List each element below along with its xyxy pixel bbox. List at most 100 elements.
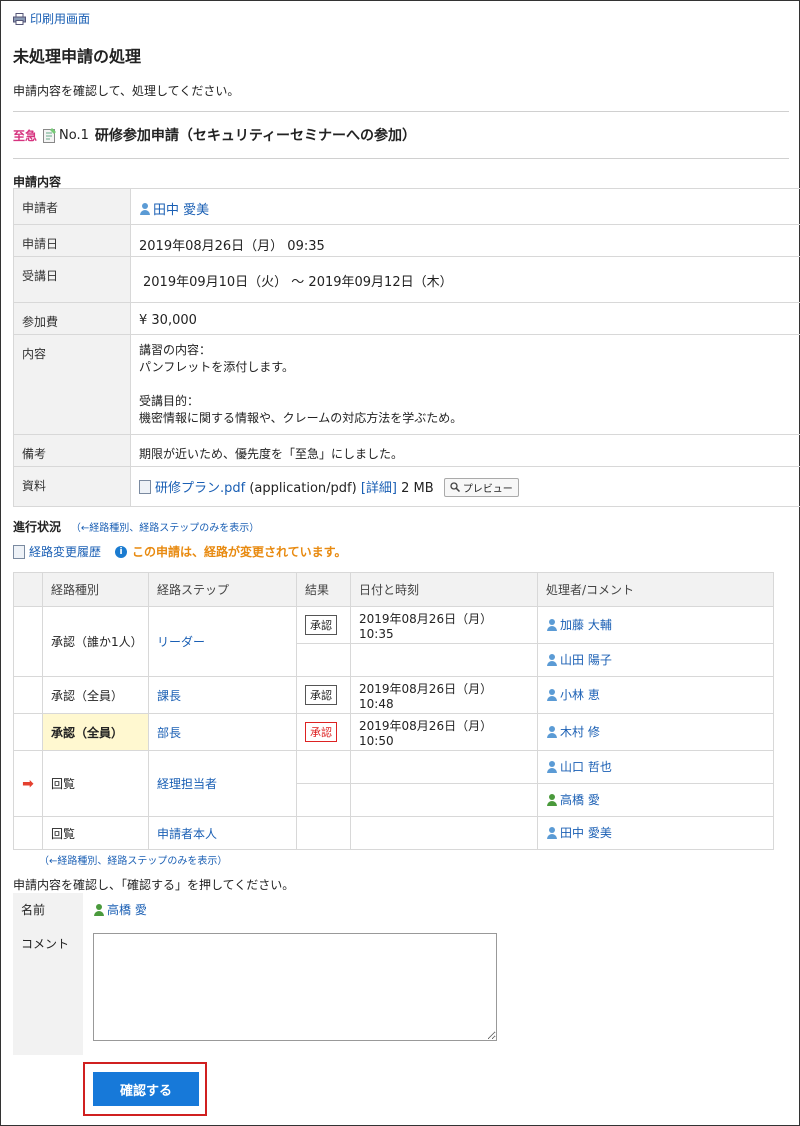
marker-cell: ➡ [13, 750, 43, 817]
urgent-badge: 至急 [13, 128, 38, 143]
processor-name: 山田 陽子 [560, 653, 612, 668]
magnifier-icon [450, 482, 460, 492]
marker-cell [13, 676, 43, 714]
comment-textarea[interactable] [93, 933, 497, 1041]
route-type: 回覧 [42, 750, 149, 817]
fee-label: 参加費 [13, 302, 131, 335]
progress-heading: 進行状況 [13, 520, 62, 534]
confirm-button[interactable]: 確認する [93, 1072, 199, 1106]
route-step: 経理担当者 [148, 750, 297, 817]
route-step-link[interactable]: 申請者本人 [157, 827, 217, 841]
processed-date: 2019年08月26日（月） 10:48 [350, 676, 538, 714]
result-cell [296, 816, 351, 850]
confirm-instruction: 申請内容を確認し、「確認する」を押してください。 [13, 878, 295, 892]
preview-button[interactable]: プレビュー [443, 477, 519, 497]
content-line: 受講目的： [139, 394, 200, 408]
user-icon [546, 725, 558, 738]
route-history-link[interactable]: 経路変更履歴 [13, 543, 101, 560]
processor-link[interactable]: 加藤 大輔 [546, 616, 612, 633]
processor-name: 山口 哲也 [560, 760, 612, 775]
marker-cell [13, 606, 43, 677]
info-icon: i [115, 545, 128, 558]
route-row: 回覧 申請者本人 田中 愛美 [13, 816, 774, 850]
route-step-link[interactable]: リーダー [157, 635, 205, 649]
detail-row: 申請日 2019年08月26日（月） 09:35 [13, 224, 800, 257]
processor-name: 高橋 愛 [560, 793, 600, 808]
request-number: No.1 [59, 127, 89, 143]
processor-name: 木村 修 [560, 725, 600, 740]
processor-link[interactable]: 山口 哲也 [546, 758, 612, 775]
processor-link[interactable]: 小林 恵 [546, 686, 600, 703]
current-user-link[interactable]: 高橋 愛 [93, 901, 147, 918]
request-title: 研修参加申請（セキュリティーセミナーへの参加） [94, 128, 417, 144]
instruction-text: 申請内容を確認して、処理してください。 [13, 84, 240, 98]
processor-cell: 木村 修 [537, 713, 774, 751]
course-date: 2019年09月10日（火） 〜 2019年09月12日（木） [130, 256, 800, 303]
route-step: 申請者本人 [148, 816, 297, 850]
col-datetime: 日付と時刻 [350, 572, 538, 607]
processor-link[interactable]: 高橋 愛 [546, 791, 600, 808]
remarks-label: 備考 [13, 434, 131, 467]
name-label: 名前 [13, 893, 83, 927]
bottom-toggle-link[interactable]: （←経路種別、経路ステップのみを表示） [39, 852, 227, 867]
print-view-link[interactable]: 印刷用画面 [13, 10, 90, 27]
route-changed-text: この申請は、経路が変更されています。 [132, 545, 347, 559]
comment-label: コメント [13, 927, 83, 1055]
detail-row: 資料 研修プラン.pdf (application/pdf) [詳細] 2 MB… [13, 466, 800, 507]
processor-cell: 山口 哲也 [537, 750, 774, 784]
processor-link[interactable]: 山田 陽子 [546, 651, 612, 668]
progress-heading-row: 進行状況 （←経路種別、経路ステップのみを表示） [13, 518, 259, 535]
result-cell: 承認 [296, 676, 351, 714]
document-icon [13, 544, 25, 559]
user-icon [93, 903, 105, 916]
route-step-link[interactable]: 部長 [157, 726, 181, 740]
content-line: パンフレットを添付します。 [139, 360, 295, 374]
result-cell: 承認 [296, 713, 351, 751]
processed-date [350, 816, 538, 850]
route-type: 承認（全員） [42, 676, 149, 714]
detail-row: 受講日 2019年09月10日（火） 〜 2019年09月12日（木） [13, 256, 800, 303]
result-badge: 承認 [305, 615, 337, 635]
user-icon [546, 618, 558, 631]
user-icon [546, 653, 558, 666]
processor-cell: 山田 陽子 [537, 643, 774, 677]
applicant-link[interactable]: 田中 愛美 [139, 199, 209, 218]
history-row: 経路変更履歴 i この申請は、経路が変更されています。 [13, 543, 346, 560]
route-type: 承認（誰か1人） [42, 606, 149, 677]
processor-name: 加藤 大輔 [560, 618, 612, 633]
file-cell: 研修プラン.pdf (application/pdf) [詳細] 2 MB プレ… [130, 466, 800, 507]
route-row-current: 承認（全員） 部長 承認 2019年08月26日（月） 10:50 木村 修 [13, 713, 774, 751]
processor-cell: 高橋 愛 [537, 783, 774, 817]
route-header-row: 経路種別 経路ステップ 結果 日付と時刻 処理者/コメント [13, 572, 774, 607]
divider [13, 111, 789, 112]
marker-cell [13, 816, 43, 850]
result-cell: 承認 [296, 606, 351, 644]
page-frame: 印刷用画面 未処理申請の処理 申請内容を確認して、処理してください。 至急 No… [0, 0, 800, 1126]
route-row: 承認（誰か1人） リーダー 承認 2019年08月26日（月） 10:35 加藤… [13, 606, 774, 677]
user-icon [546, 826, 558, 839]
current-user-name: 高橋 愛 [107, 903, 147, 917]
file-detail-link[interactable]: [詳細] [361, 481, 397, 496]
route-type: 承認（全員） [42, 713, 149, 751]
processor-link[interactable]: 田中 愛美 [546, 824, 612, 841]
route-step-link[interactable]: 課長 [157, 689, 181, 703]
printer-icon [13, 12, 26, 25]
route-type: 回覧 [42, 816, 149, 850]
route-history-label: 経路変更履歴 [29, 545, 102, 559]
name-value: 高橋 愛 [93, 901, 147, 919]
date-label: 申請日 [13, 224, 131, 257]
progress-toggle-link[interactable]: （←経路種別、経路ステップのみを表示） [71, 523, 259, 534]
processor-cell: 小林 恵 [537, 676, 774, 714]
processor-cell: 加藤 大輔 [537, 606, 774, 644]
detail-row: 申請者 田中 愛美 [13, 188, 800, 225]
route-step-link[interactable]: 経理担当者 [157, 777, 217, 791]
divider [13, 158, 789, 159]
processor-link[interactable]: 木村 修 [546, 723, 600, 740]
content-line: 講習の内容： [139, 343, 212, 357]
processed-date: 2019年08月26日（月） 10:50 [350, 713, 538, 751]
file-label: 資料 [13, 466, 131, 507]
file-link[interactable]: 研修プラン.pdf [155, 481, 245, 496]
processed-date [350, 750, 538, 784]
content-label: 内容 [13, 334, 131, 435]
applicant-label: 申請者 [13, 188, 131, 225]
